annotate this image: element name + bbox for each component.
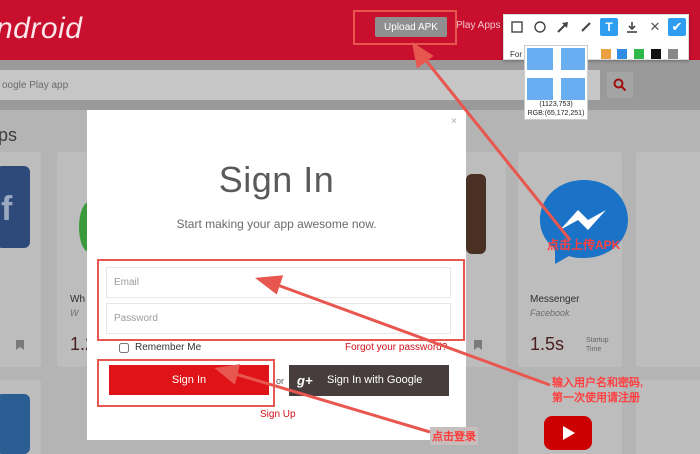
color-swatch-blue[interactable]	[617, 49, 627, 59]
color-swatch-green[interactable]	[634, 49, 644, 59]
font-label: For	[510, 50, 522, 59]
cancel-icon[interactable]: ✕	[646, 18, 664, 36]
color-swatch-gray[interactable]	[668, 49, 678, 59]
magnifier-preview	[527, 48, 585, 100]
text-tool-icon[interactable]: T	[600, 18, 618, 36]
magnifier-coordinates: (1123,753)	[539, 101, 573, 108]
ellipse-tool-icon[interactable]	[531, 18, 549, 36]
color-picker-magnifier: (1123,753) RGB:(65,172,251)	[524, 45, 588, 120]
color-swatch-black[interactable]	[651, 49, 661, 59]
color-swatch-orange[interactable]	[601, 49, 611, 59]
rectangle-tool-icon[interactable]	[508, 18, 526, 36]
annotation-credentials: 输入用户名和密码, 第一次使用请注册	[552, 377, 644, 404]
arrow-tool-icon[interactable]	[554, 18, 572, 36]
brush-tool-icon[interactable]	[577, 18, 595, 36]
annotation-upload: 点击上传APK	[547, 238, 621, 252]
annotation-login: 点击登录	[430, 427, 478, 445]
magnifier-rgb: RGB:(65,172,251)	[527, 110, 585, 117]
confirm-icon[interactable]: ✔	[668, 18, 686, 36]
download-icon[interactable]	[623, 18, 641, 36]
